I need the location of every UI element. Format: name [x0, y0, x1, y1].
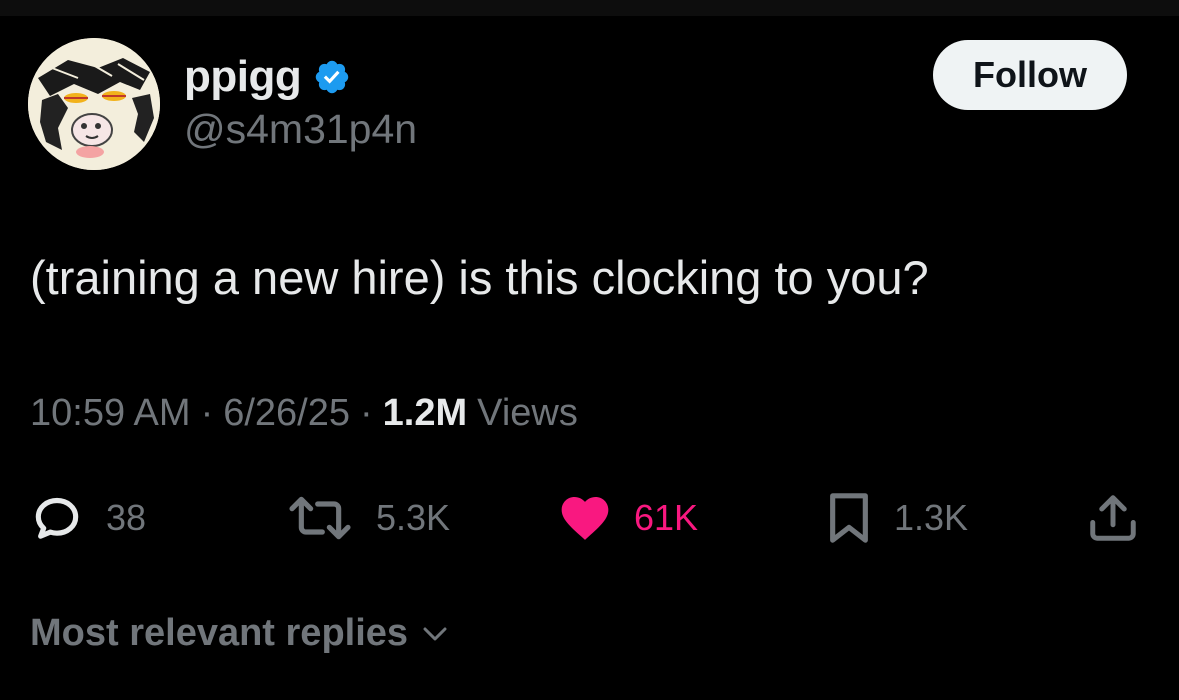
- avatar[interactable]: [28, 38, 160, 170]
- like-button[interactable]: 61K: [556, 490, 698, 546]
- reply-icon: [35, 497, 79, 539]
- share-button[interactable]: [1086, 490, 1140, 546]
- reply-button[interactable]: 38: [28, 490, 146, 546]
- tweet-actions-bar: 38 5.3K 61K 1.3K: [0, 490, 1179, 546]
- replies-sort-dropdown[interactable]: Most relevant replies: [30, 612, 450, 655]
- reply-count: 38: [106, 497, 147, 538]
- bookmark-icon: [830, 493, 868, 543]
- tweet-text: (training a new hire) is this clocking t…: [30, 251, 929, 304]
- repost-icon: [289, 496, 351, 540]
- status-strip: [0, 0, 1179, 16]
- verified-badge-icon: [313, 58, 351, 96]
- views-label[interactable]: Views: [477, 392, 578, 435]
- heart-icon: [561, 497, 609, 540]
- meta-separator: ·: [360, 392, 373, 434]
- share-icon: [1090, 495, 1136, 541]
- repost-button[interactable]: 5.3K: [284, 490, 450, 546]
- chevron-down-icon: [423, 627, 447, 640]
- author-handle[interactable]: @s4m31p4n: [184, 106, 417, 153]
- bookmark-button[interactable]: 1.3K: [824, 490, 968, 546]
- author-name-row[interactable]: ppigg: [184, 50, 351, 104]
- tweet-date[interactable]: 6/26/25: [223, 392, 350, 435]
- bookmark-count: 1.3K: [894, 497, 969, 538]
- like-count: 61K: [634, 497, 699, 538]
- views-count[interactable]: 1.2M: [383, 392, 467, 435]
- repost-count: 5.3K: [376, 497, 451, 538]
- avatar-drawing: [28, 38, 160, 170]
- meta-separator: ·: [200, 392, 214, 434]
- follow-button[interactable]: Follow: [933, 40, 1127, 110]
- replies-sort-label: Most relevant replies: [30, 612, 409, 654]
- tweet-meta: 10:59 AM · 6/26/25 · 1.2M Views: [30, 392, 578, 435]
- tweet-time[interactable]: 10:59 AM: [30, 392, 191, 435]
- display-name[interactable]: ppigg: [184, 52, 302, 102]
